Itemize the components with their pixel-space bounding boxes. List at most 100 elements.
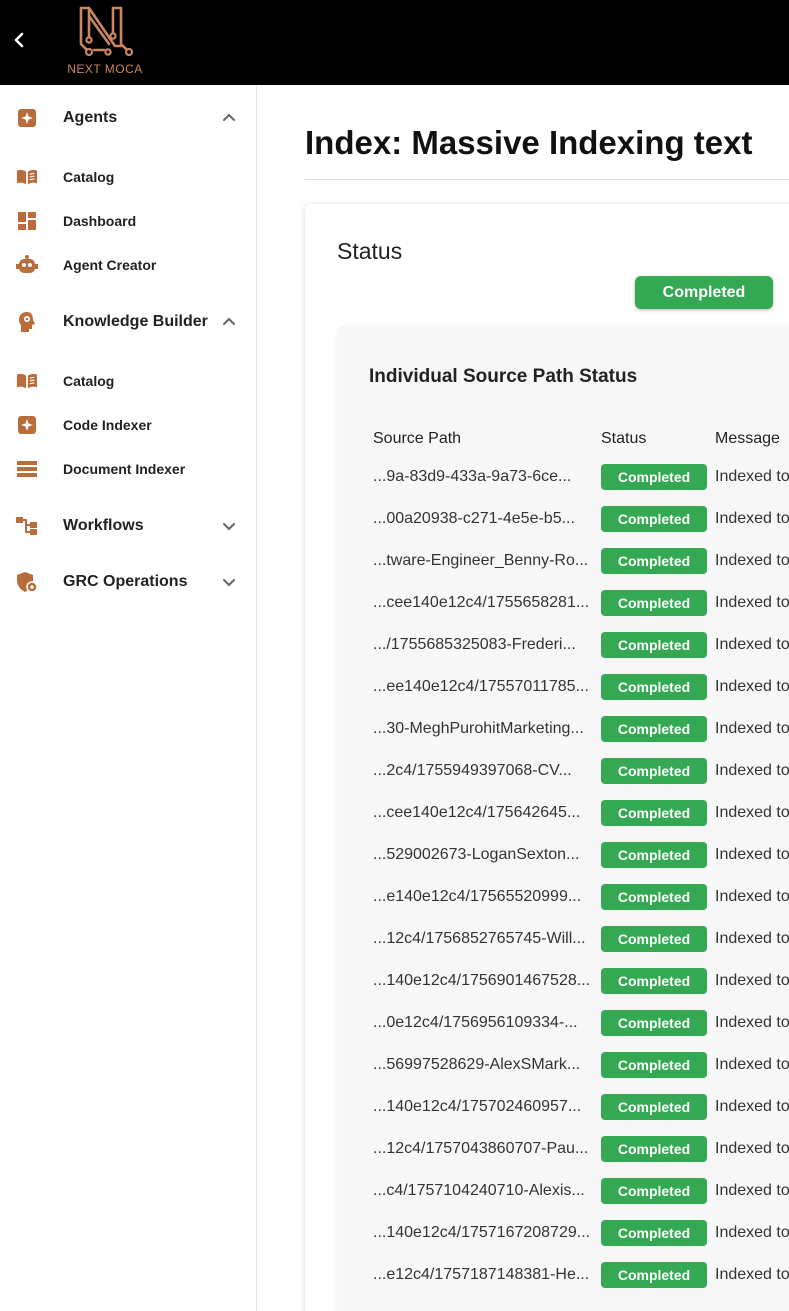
column-header-message: Message xyxy=(715,430,780,447)
status-badge: Completed xyxy=(601,758,707,784)
message-cell: Indexed to xyxy=(715,552,789,569)
workflow-icon xyxy=(16,515,38,537)
status-badge: Completed xyxy=(601,1220,707,1246)
source-path-cell: ...2c4/1755949397068-CV... xyxy=(373,762,572,779)
table-row: ...2c4/1755949397068-CV... Completed Index… xyxy=(369,758,789,800)
source-path-cell: ...ee140e12c4/17557011785... xyxy=(373,678,589,695)
chevron-down-icon[interactable] xyxy=(220,573,238,591)
status-badge: Completed xyxy=(601,716,707,742)
source-path-cell: ...12c4/1756852765745-Will... xyxy=(373,930,586,947)
table-row: ...e12c4/1757187148381-He... Completed Ind… xyxy=(369,1262,789,1304)
table-row: ...140e12c4/1756901467528... Completed Ind… xyxy=(369,968,789,1010)
sidebar-item-label: Code Indexer xyxy=(63,417,152,433)
status-badge: Completed xyxy=(601,590,707,616)
source-path-cell: ...cee140e12c4/1755658281... xyxy=(373,594,590,611)
table-row: ...tware-Engineer_Benny-Ro... Completed In… xyxy=(369,548,789,590)
source-path-cell: ...e12c4/1757187148381-He... xyxy=(373,1266,590,1283)
column-header-source-path: Source Path xyxy=(373,430,462,447)
sidebar-group-label: Knowledge Builder xyxy=(63,313,208,330)
column-header-status: Status xyxy=(601,430,647,447)
message-cell: Indexed to xyxy=(715,678,789,695)
sparkle-badge-icon xyxy=(16,414,38,436)
sidebar-item-label: Catalog xyxy=(63,373,115,389)
source-path-cell: ...c4/1757104240710-Alexis... xyxy=(373,1182,585,1199)
message-cell: Indexed to xyxy=(715,636,789,653)
source-path-cell: ...140e12c4/175702460957... xyxy=(373,1098,582,1115)
source-path-cell: ...0e12c4/1756956109334-... xyxy=(373,1014,578,1031)
status-badge: Completed xyxy=(601,968,707,994)
status-badge: Completed xyxy=(601,632,707,658)
table-row: ...0e12c4/1756956109334-... Completed Inde… xyxy=(369,1010,789,1052)
message-cell: Indexed to xyxy=(715,1266,789,1283)
status-badge: Completed xyxy=(601,464,707,490)
source-path-status-title: Individual Source Path Status xyxy=(369,366,638,387)
sidebar-item-label: Agent Creator xyxy=(63,257,157,273)
sidebar-group-knowledge-builder[interactable]: Knowledge Builder xyxy=(0,300,257,344)
sidebar-item-code-indexer[interactable]: Code Indexer xyxy=(0,407,257,443)
table-row: ...00a20938-c271-4e5e-b5... Completed Inde… xyxy=(369,506,789,548)
page-title: Index: Massive Indexing text xyxy=(305,124,753,161)
table-row: ...56997528629-AlexSMark... Completed Inde… xyxy=(369,1052,789,1094)
book-icon xyxy=(16,166,38,188)
source-path-cell: ...140e12c4/1757167208729... xyxy=(373,1224,591,1241)
sidebar-group-agents[interactable]: Agents xyxy=(0,96,257,140)
sidebar-group-grc-operations[interactable]: GRC Operations xyxy=(0,560,257,604)
source-path-cell: ...12c4/1757043860707-Pau... xyxy=(373,1140,589,1157)
chevron-down-icon[interactable] xyxy=(220,517,238,535)
sparkle-badge-icon xyxy=(16,107,38,129)
table-row: ...12c4/1757043860707-Pau... Completed Ind… xyxy=(369,1136,789,1178)
message-cell: Indexed to xyxy=(715,1014,789,1031)
status-badge: Completed xyxy=(601,1136,707,1162)
sidebar-item-document-indexer[interactable]: Document Indexer xyxy=(0,451,257,487)
table-row: ...140e12c4/175702460957... Completed Inde… xyxy=(369,1094,789,1136)
sidebar-group-label: Workflows xyxy=(63,517,144,534)
top-app-bar: NEXT MOCA xyxy=(0,0,789,85)
message-cell: Indexed to xyxy=(715,1224,789,1241)
sidebar-item-agent-creator[interactable]: Agent Creator xyxy=(0,247,257,283)
status-badge: Completed xyxy=(601,1052,707,1078)
table-row: ...e140e12c4/17565520999... Completed Inde… xyxy=(369,884,789,926)
sidebar-item-knowledge-catalog[interactable]: Catalog xyxy=(0,363,257,399)
source-path-cell: ...tware-Engineer_Benny-Ro... xyxy=(373,552,589,569)
message-cell: Indexed to xyxy=(715,804,789,821)
message-cell: Indexed to xyxy=(715,1182,789,1199)
back-arrow-icon[interactable] xyxy=(8,28,30,52)
status-badge: Completed xyxy=(601,1010,707,1036)
sidebar-group-label: Agents xyxy=(63,109,118,126)
table-row: .../1755685325083-Frederi... Completed Ind… xyxy=(369,632,789,674)
source-path-cell: ...30-MeghPurohitMarketing... xyxy=(373,720,584,737)
source-path-cell: ...e140e12c4/17565520999... xyxy=(373,888,582,905)
table-row: ...529002673-LoganSexton... Completed Inde… xyxy=(369,842,789,884)
shield-icon xyxy=(16,571,38,593)
status-badge: Completed xyxy=(601,674,707,700)
message-cell: Indexed to xyxy=(715,888,789,905)
chevron-up-icon[interactable] xyxy=(220,313,238,331)
table-row: ...30-MeghPurohitMarketing... Completed In… xyxy=(369,716,789,758)
robot-icon xyxy=(16,254,38,276)
sidebar-group-label: GRC Operations xyxy=(63,573,188,590)
status-badge: Completed xyxy=(601,1178,707,1204)
table-row: ...12c4/1756852765745-Will... Completed In… xyxy=(369,926,789,968)
source-path-cell: ...529002673-LoganSexton... xyxy=(373,846,580,863)
chevron-up-icon[interactable] xyxy=(220,109,238,127)
sidebar-item-dashboard[interactable]: Dashboard xyxy=(0,203,257,239)
table-row: ...9a-83d9-433a-9a73-6ce... Completed Inde… xyxy=(369,464,789,506)
source-path-cell: ...cee140e12c4/175642645... xyxy=(373,804,581,821)
next-moca-logo[interactable]: NEXT MOCA xyxy=(64,4,146,78)
message-cell: Indexed to xyxy=(715,468,789,485)
message-cell: Indexed to xyxy=(715,510,789,527)
sidebar-item-label: Dashboard xyxy=(63,213,137,229)
sidebar-group-workflows[interactable]: Workflows xyxy=(0,504,257,548)
message-cell: Indexed to xyxy=(715,1140,789,1157)
status-badge: Completed xyxy=(601,1262,707,1288)
source-path-cell: .../1755685325083-Frederi... xyxy=(373,636,576,653)
message-cell: Indexed to xyxy=(715,972,789,989)
message-cell: Indexed to xyxy=(715,1098,789,1115)
overall-status-badge: Completed xyxy=(635,276,773,309)
status-badge: Completed xyxy=(601,800,707,826)
sidebar-item-agents-catalog[interactable]: Catalog xyxy=(0,159,257,195)
message-cell: Indexed to xyxy=(715,1056,789,1073)
status-heading: Status xyxy=(337,238,403,264)
source-path-cell: ...00a20938-c271-4e5e-b5... xyxy=(373,510,575,527)
status-badge: Completed xyxy=(601,1094,707,1120)
